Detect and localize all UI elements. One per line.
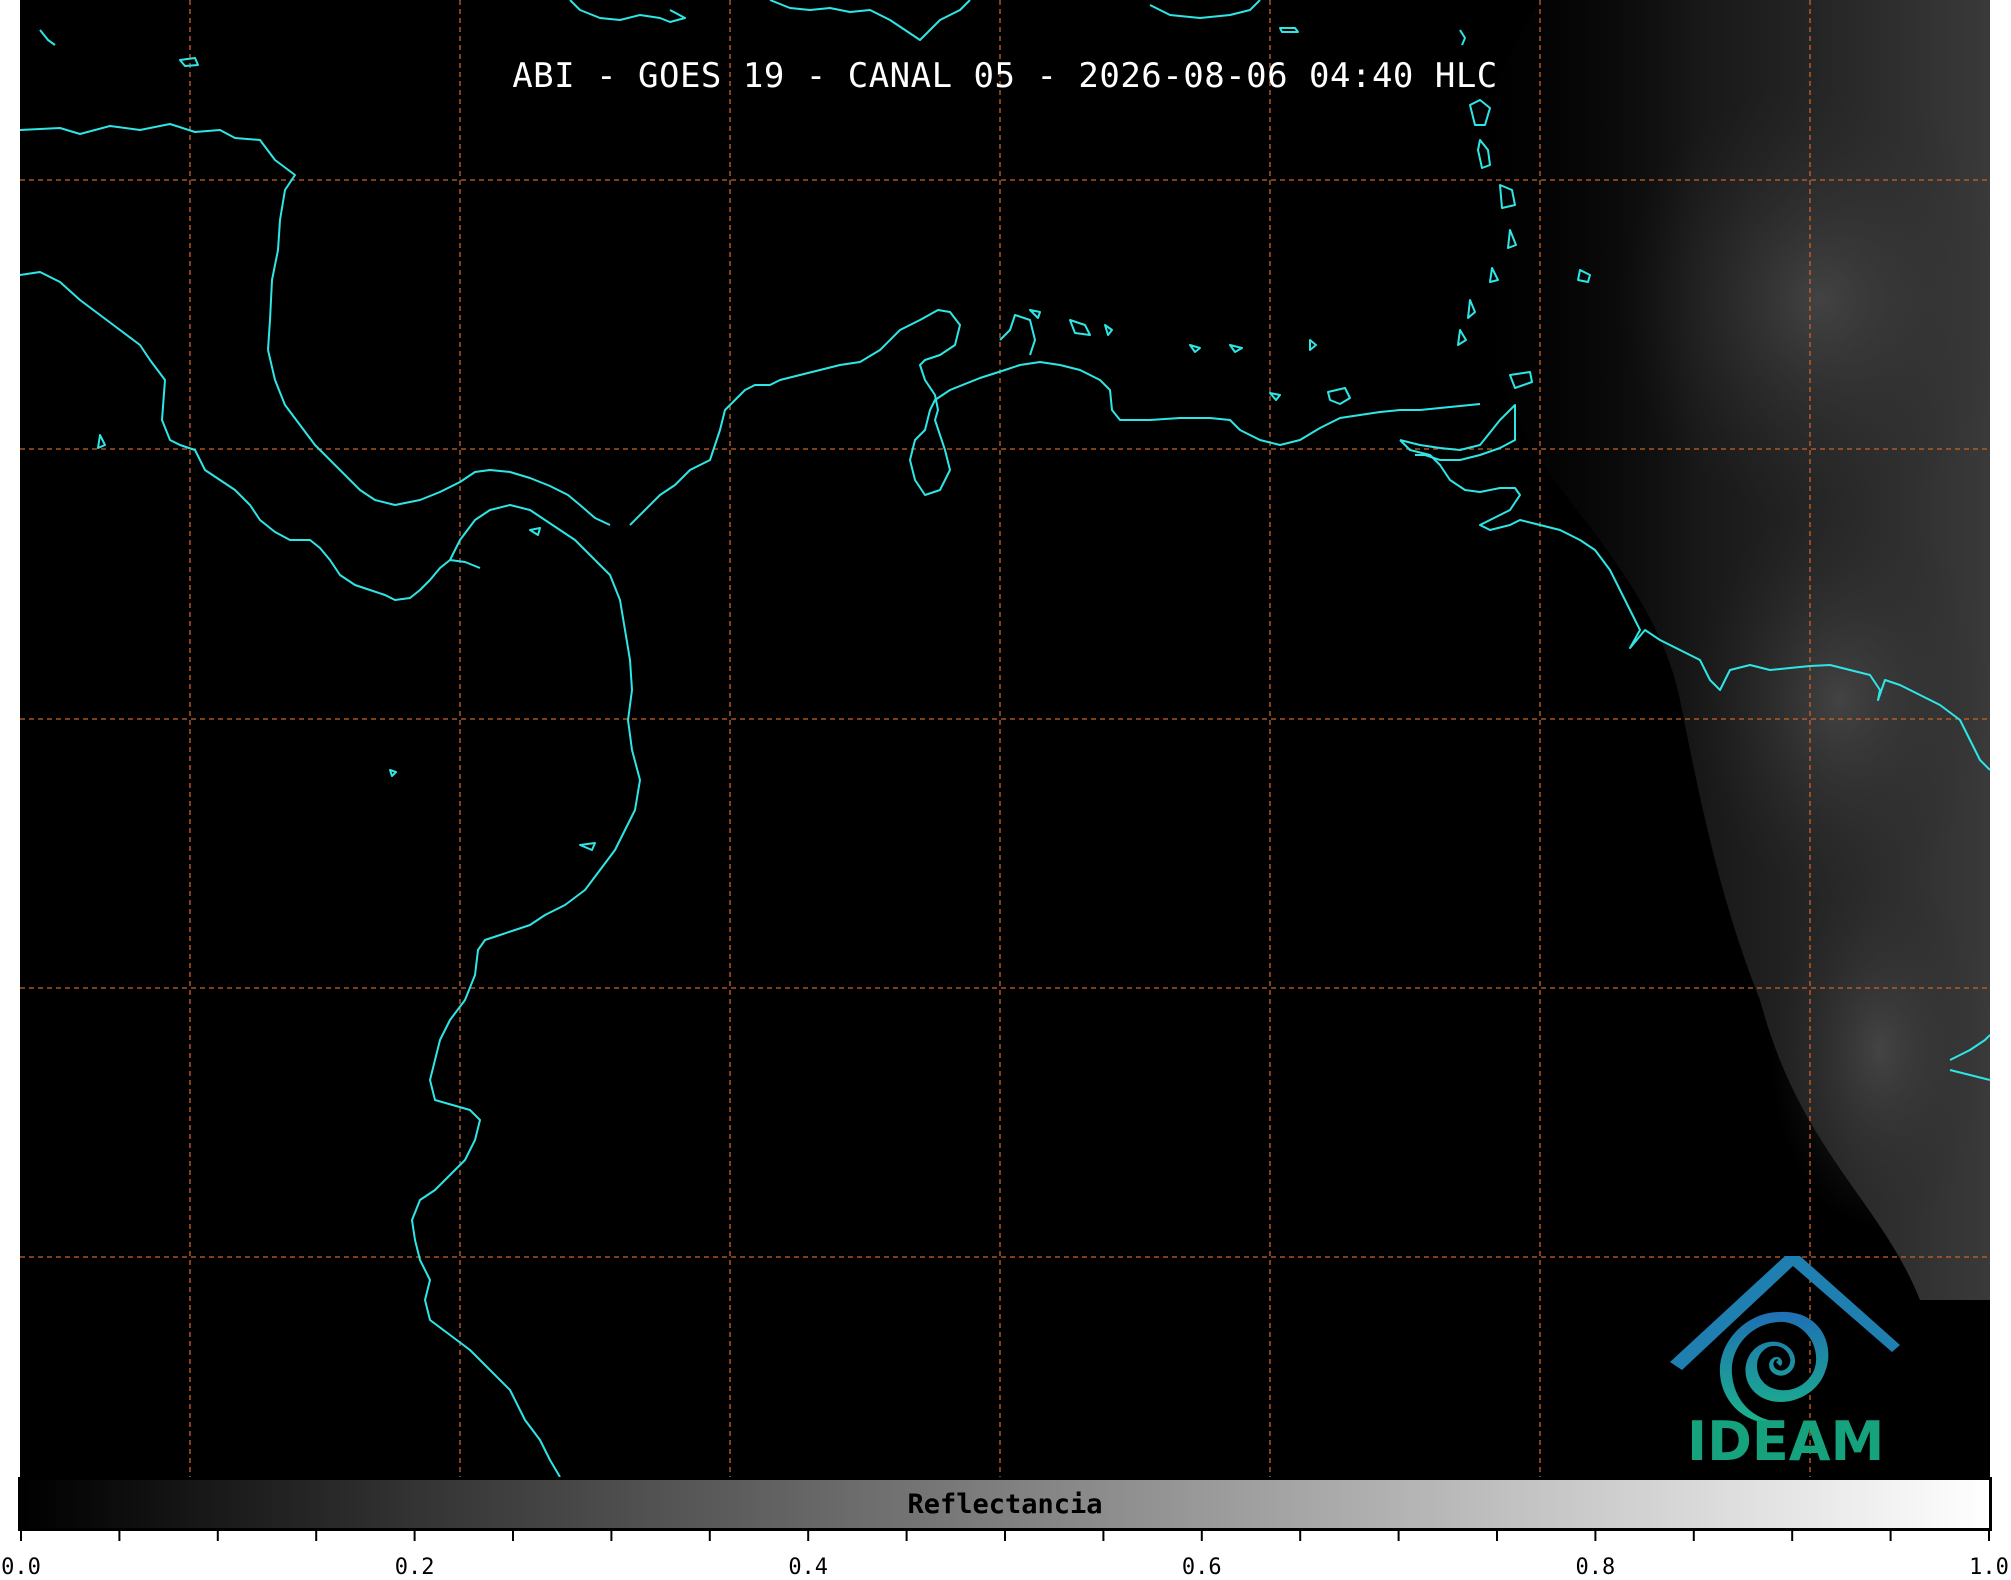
coastline-guajira — [999, 314, 1036, 356]
colorbar-ticks: 0.0 0.2 0.4 0.6 0.8 1.0 — [0, 1531, 2011, 1580]
coastline-panama — [449, 504, 596, 561]
coastline-yucatan — [20, 123, 296, 351]
coastline-honduras — [267, 349, 611, 526]
island-small — [579, 842, 596, 851]
island-hispaniola — [769, 0, 971, 41]
island-small — [1269, 392, 1281, 401]
colorbar-tick-label: 0.8 — [1575, 1555, 1616, 1580]
island-small — [1457, 329, 1467, 346]
colorbar-tick-label: 0.6 — [1181, 1555, 1222, 1580]
island-small — [97, 434, 106, 449]
island-small — [389, 769, 397, 777]
island-small — [1309, 339, 1317, 351]
colorbar-tick-marks — [20, 1531, 1990, 1541]
island-small — [529, 527, 541, 536]
colorbar-tick-label: 0.4 — [788, 1555, 829, 1580]
colorbar-tick-label: 0.0 — [1, 1555, 41, 1580]
island-small — [1104, 324, 1113, 336]
coastline-colombia-pacific — [411, 559, 641, 1477]
island-cuba — [569, 0, 686, 23]
satellite-map: ABI - GOES 19 - CANAL 05 - 2026-08-06 04… — [20, 0, 1990, 1477]
island-small — [1029, 309, 1041, 319]
coastline-central-america — [20, 271, 481, 601]
island-puerto-rico — [1149, 0, 1261, 19]
map-title: ABI - GOES 19 - CANAL 05 - 2026-08-06 04… — [512, 56, 1498, 96]
coastline-colombia-caribbean — [629, 309, 1481, 526]
colorbar-label: Reflectancia — [907, 1489, 1103, 1520]
colorbar: Reflectancia — [18, 1477, 1992, 1531]
colorbar-tick-label: 0.2 — [394, 1555, 435, 1580]
logo-spiral — [1719, 1311, 1829, 1423]
island-small — [1189, 344, 1201, 353]
island-small — [1279, 27, 1299, 33]
island-small — [1459, 29, 1466, 46]
cloud-patch — [1690, 500, 1990, 900]
logo-text: IDEAM — [1687, 1410, 1885, 1473]
island-margarita — [1327, 387, 1351, 405]
island-small — [39, 29, 56, 46]
cloud-patch — [1770, 870, 1990, 1230]
island-small — [1069, 319, 1091, 336]
colorbar-tick-label: 1.0 — [1969, 1555, 2009, 1580]
island-small — [1229, 344, 1243, 353]
